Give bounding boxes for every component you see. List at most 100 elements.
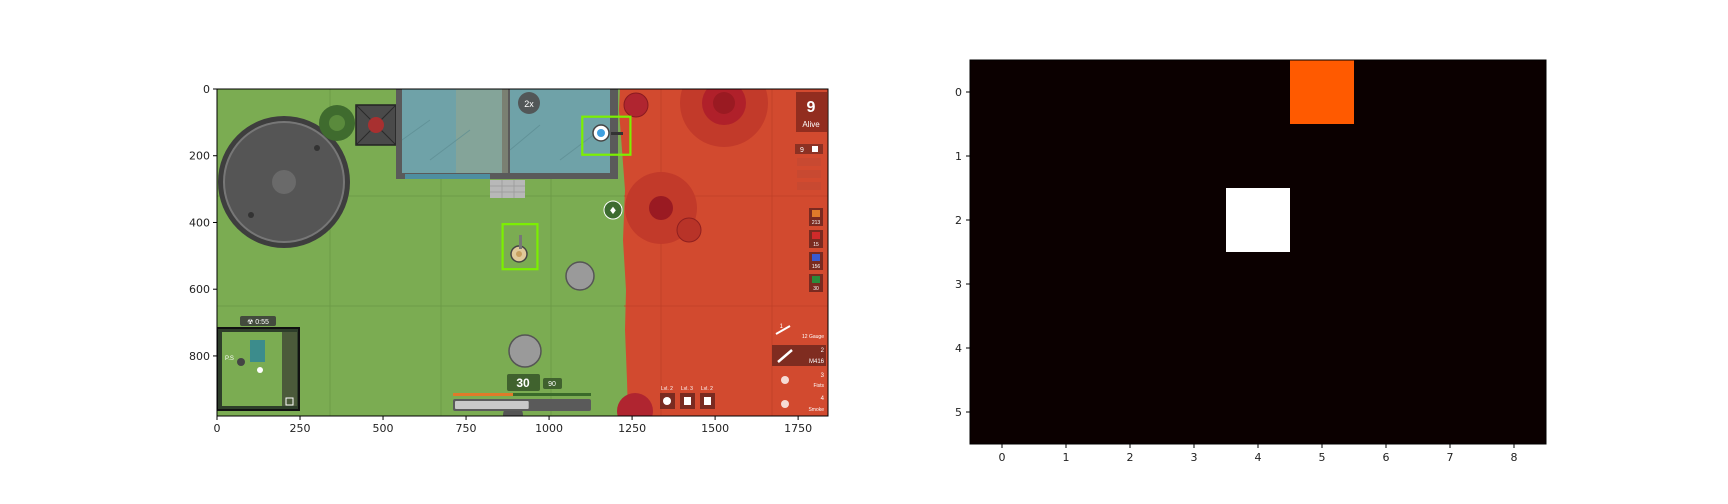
heatmap-cell — [1418, 316, 1483, 381]
heatmap-cell — [1354, 188, 1419, 253]
x-tick-label: 1500 — [701, 422, 729, 435]
vest-pickup[interactable]: ♦ — [603, 200, 623, 220]
heatmap-cell — [1162, 252, 1227, 317]
x-tick-label: 5 — [1319, 451, 1326, 464]
weapon-slot-name: 12 Gauge — [802, 334, 824, 340]
heatmap-cell — [1162, 380, 1227, 445]
y-tick-label: 2 — [955, 214, 962, 227]
heatmap-cell — [1226, 380, 1291, 445]
x-tick-label: 4 — [1255, 451, 1262, 464]
heatmap-y-axis: 0 1 2 3 4 5 — [955, 86, 970, 419]
ammo-count: 15 — [813, 242, 819, 248]
x-tick-label: 1250 — [618, 422, 646, 435]
minimap[interactable]: P.S ☢ 0:55 — [217, 316, 300, 411]
heatmap-cell — [1226, 124, 1291, 189]
pills-slot — [797, 182, 821, 190]
alive-label: Alive — [802, 120, 820, 129]
heatmap-cell — [1354, 60, 1419, 125]
ammo-12g-icon — [812, 210, 820, 217]
x-tick-label: 7 — [1447, 451, 1454, 464]
heatmap-cell — [1482, 252, 1547, 317]
heatmap-cell — [1034, 188, 1099, 253]
ammo-762-icon — [812, 232, 820, 239]
heatmap-cell — [970, 316, 1035, 381]
x-tick-label: 0 — [214, 422, 221, 435]
heatmap-cell — [1162, 188, 1227, 253]
heatmap-cell — [1098, 252, 1163, 317]
ammo-count: 30 — [813, 286, 819, 292]
heatmap-cell — [1098, 60, 1163, 125]
crate — [355, 104, 397, 146]
x-tick-label: 6 — [1383, 451, 1390, 464]
heatmap-cell — [1290, 60, 1355, 125]
heatmap-cell — [1290, 316, 1355, 381]
ammo-loaded: 30 — [516, 376, 530, 390]
heatmap-cell — [1482, 188, 1547, 253]
alive-counter: 9 Alive — [796, 92, 827, 132]
bandage-icon — [812, 146, 818, 152]
heatmap-cell — [1418, 188, 1483, 253]
ammo-count: 156 — [812, 264, 821, 270]
heatmap-cell — [1226, 188, 1291, 253]
ammo-9mm-icon — [812, 276, 820, 283]
gear-level: Lvl. 2 — [661, 386, 673, 392]
backpack-icon — [704, 397, 711, 405]
vest-icon — [684, 397, 691, 405]
heatmap-cell — [1290, 188, 1355, 253]
weapon-slot-name: M416 — [809, 359, 825, 365]
heatmap-cell — [1354, 316, 1419, 381]
game-y-axis: 0 200 400 600 800 — [189, 83, 217, 363]
heatmap-cell — [1098, 124, 1163, 189]
y-tick-label: 4 — [955, 342, 962, 355]
helmet-icon — [663, 397, 671, 405]
heatmap-cell — [1354, 380, 1419, 445]
medkit-slot — [797, 158, 821, 166]
heatmap-cell — [970, 60, 1035, 125]
heatmap-cell — [1418, 252, 1483, 317]
heatmap-cell — [1290, 252, 1355, 317]
heatmap-cell — [1354, 124, 1419, 189]
weapon-slot-2[interactable]: 2 M416 — [772, 345, 826, 366]
heatmap-cell — [1226, 316, 1291, 381]
x-tick-label: 1750 — [784, 422, 812, 435]
ammo-reserve: 90 — [548, 381, 556, 388]
heatmap-cell — [1162, 60, 1227, 125]
ammo-count: 213 — [812, 220, 821, 226]
heatmap-cells — [970, 60, 1547, 445]
heatmap-cell — [1482, 316, 1547, 381]
x-tick-label: 1 — [1063, 451, 1070, 464]
heatmap-cell — [970, 124, 1035, 189]
heatmap-cell — [1098, 188, 1163, 253]
heatmap-cell — [1226, 252, 1291, 317]
y-tick-label: 800 — [189, 350, 210, 363]
y-tick-label: 1 — [955, 150, 962, 163]
heatmap-cell — [1098, 380, 1163, 445]
heatmap-cell — [970, 252, 1035, 317]
green-bush — [319, 105, 355, 141]
heatmap-cell — [1290, 380, 1355, 445]
x-tick-label: 8 — [1511, 451, 1518, 464]
x-tick-label: 2 — [1127, 451, 1134, 464]
heatmap-chart: 0 1 2 3 4 5 6 7 8 0 1 2 3 4 5 — [955, 59, 1547, 464]
heatmap-cell — [970, 188, 1035, 253]
red-barrel — [623, 92, 649, 118]
y-tick-label: 200 — [189, 150, 210, 163]
smoke-grenade-icon — [781, 400, 789, 408]
inventory-count: 9 — [800, 147, 804, 154]
heatmap-cell — [1482, 60, 1547, 125]
heatmap-cell — [1482, 380, 1547, 445]
x-tick-label: 1000 — [535, 422, 563, 435]
gas-timer: ☢ 0:55 — [247, 318, 269, 326]
y-tick-label: 0 — [203, 83, 210, 96]
heatmap-cell — [970, 380, 1035, 445]
health-bar-fill — [455, 401, 529, 409]
y-tick-label: 0 — [955, 86, 962, 99]
x-tick-label: 0 — [999, 451, 1006, 464]
heatmap-cell — [1034, 124, 1099, 189]
x-tick-label: 3 — [1191, 451, 1198, 464]
y-tick-label: 5 — [955, 406, 962, 419]
heatmap-cell — [1226, 60, 1291, 125]
weapon-slot-name: Fists — [813, 383, 824, 389]
rock — [508, 334, 542, 368]
alive-count: 9 — [807, 99, 816, 116]
